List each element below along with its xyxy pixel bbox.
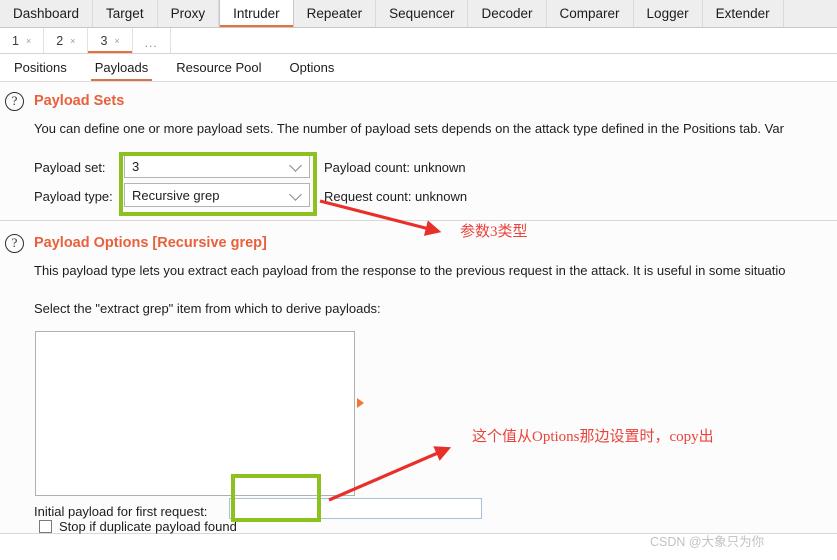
main-tab-proxy[interactable]: Proxy [157,0,220,27]
main-tab-sequencer[interactable]: Sequencer [376,0,469,27]
main-tab-label: Logger [646,6,689,21]
extract-grep-select-label: Select the "extract grep" item from whic… [34,301,381,316]
payload-type-dropdown[interactable]: Recursive grep [124,183,310,207]
sub-tab-resource-pool[interactable]: Resource Pool [162,54,275,81]
main-tab-label: Decoder [481,6,533,21]
main-tab-comparer[interactable]: Comparer [546,0,634,27]
attack-tab-overflow[interactable]: ... [132,28,171,53]
payload-set-value: 3 [132,158,140,174]
payload-options-description: This payload type lets you extract each … [34,263,786,278]
close-icon[interactable]: × [114,36,119,46]
payload-type-label: Payload type: [34,189,113,204]
stop-if-duplicate-label: Stop if duplicate payload found [59,519,237,534]
attack-tab-3[interactable]: 3 × [88,28,133,53]
request-count-text: Request count: unknown [324,189,468,204]
main-tab-label: Dashboard [13,6,80,21]
payload-options-section: ? Payload Options [Recursive grep] This … [0,221,837,534]
intruder-payloads-screen: Dashboard Target Proxy Intruder Repeater… [0,0,837,560]
main-tab-bar: Dashboard Target Proxy Intruder Repeater… [0,0,837,28]
payload-options-title: Payload Options [Recursive grep] [34,235,267,251]
sub-tab-label: Positions [14,60,67,75]
attack-tab-2[interactable]: 2 × [44,28,89,53]
initial-payload-label: Initial payload for first request: [34,504,208,519]
close-icon[interactable]: × [26,36,31,46]
stop-if-duplicate-row[interactable]: Stop if duplicate payload found [39,519,237,534]
payload-sets-section: ? Payload Sets You can define one or mor… [0,82,837,221]
payload-set-dropdown[interactable]: 3 [124,154,310,178]
sub-tab-label: Payloads [94,60,149,75]
main-tab-label: Repeater [306,6,363,21]
sub-tab-label: Resource Pool [176,60,262,75]
main-tab-label: Proxy [170,6,206,21]
attack-tab-1[interactable]: 1 × [0,28,45,53]
question-mark-icon[interactable]: ? [5,92,24,111]
chevron-down-icon [289,159,302,172]
main-tab-logger[interactable]: Logger [633,0,703,27]
main-tab-dashboard[interactable]: Dashboard [0,0,94,27]
extract-grep-listbox[interactable] [35,331,355,496]
payload-set-label: Payload set: [34,160,106,175]
main-tab-extender[interactable]: Extender [702,0,784,27]
attack-tab-label: 1 [12,33,19,48]
sub-tab-label: Options [289,60,335,75]
payload-count-text: Payload count: unknown [324,160,466,175]
attack-tab-label: 2 [56,33,64,48]
payload-type-value: Recursive grep [132,187,220,203]
main-tab-decoder[interactable]: Decoder [468,0,547,27]
sub-tab-payloads[interactable]: Payloads [81,54,162,81]
attack-tab-label: 3 [100,33,108,48]
close-icon[interactable]: × [70,36,75,46]
chevron-down-icon [289,188,302,201]
watermark: CSDN @大象只为你 [650,535,765,549]
question-mark-icon[interactable]: ? [5,234,24,253]
payload-sets-title: Payload Sets [34,93,125,109]
main-tab-target[interactable]: Target [93,0,158,27]
payload-sets-description: You can define one or more payload sets.… [34,121,784,136]
attack-tab-bar: 1 × 2 × 3 × ... [0,28,837,54]
main-tab-intruder[interactable]: Intruder [219,0,294,27]
sub-tab-bar: Positions Payloads Resource Pool Options [0,54,837,82]
main-tab-label: Sequencer [389,6,455,21]
main-tab-label: Extender [715,6,770,21]
triangle-right-icon [357,398,364,408]
stop-if-duplicate-checkbox[interactable] [39,520,52,533]
main-tab-label: Intruder [233,6,280,21]
annotation-note-initial-payload: 这个值从Options那边设置时，copy出 [472,429,714,445]
sub-tab-positions[interactable]: Positions [0,54,81,81]
overflow-label: ... [144,36,158,50]
sub-tab-options[interactable]: Options [276,54,349,81]
main-tab-label: Target [106,6,144,21]
initial-payload-input[interactable] [229,498,482,519]
main-tab-repeater[interactable]: Repeater [293,0,377,27]
annotation-note-payload-type: 参数3类型 [460,224,528,240]
main-tab-label: Comparer [559,6,620,21]
